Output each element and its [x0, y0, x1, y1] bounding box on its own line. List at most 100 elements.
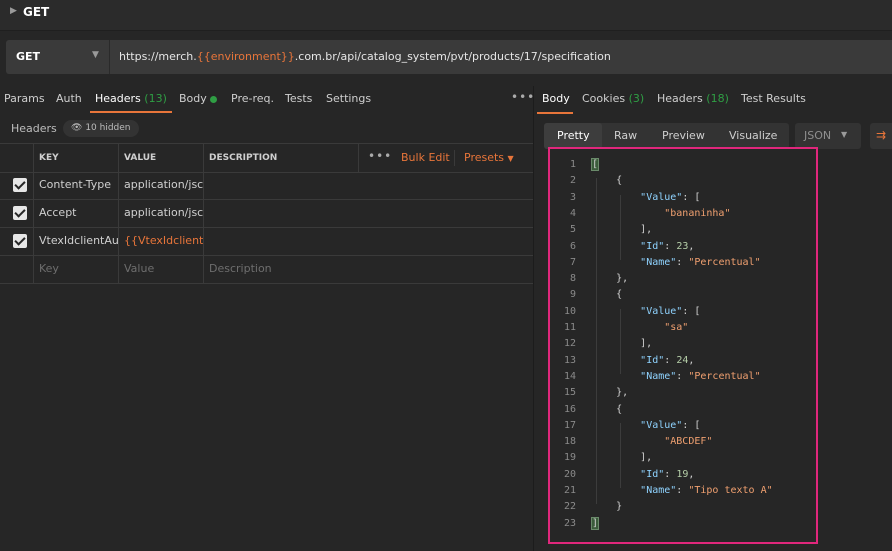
code-line: 20 "Id": 19, [550, 469, 810, 485]
method-select[interactable]: GET ▼ [6, 40, 110, 74]
tab-auth[interactable]: Auth [56, 92, 82, 105]
code-text: "Id": 24, [640, 354, 695, 366]
column-value: VALUE [124, 153, 157, 163]
code-line: 5 ], [550, 224, 810, 240]
view-tab-pretty[interactable]: Pretty [557, 129, 590, 142]
value-input[interactable]: Value [118, 255, 204, 283]
line-number: 4 [569, 207, 576, 219]
value-cell[interactable]: application/jsc [118, 199, 204, 227]
code-text: "Id": 19, [640, 468, 695, 480]
wrap-lines-button[interactable]: ⇉ [870, 123, 892, 149]
eye-icon: 👁 [71, 123, 83, 133]
url-text: https://merch.{{environment}}.com.br/api… [119, 50, 611, 63]
tab-params[interactable]: Params [4, 92, 45, 105]
code-line: 13 "Id": 24, [550, 355, 810, 371]
response-body-viewer[interactable]: 1[2 {3 "Value": [4 "bananinha" 5 ], 6 "Id"… [548, 147, 818, 544]
view-tab-visualize[interactable]: Visualize [729, 129, 777, 142]
request-tabs: Params Auth Headers (13) Body Pre-req. T… [0, 86, 535, 112]
line-number: 2 [569, 175, 576, 187]
line-number: 12 [563, 338, 576, 350]
code-line: 12 ], [550, 338, 810, 354]
code-text: "bananinha" [664, 207, 731, 219]
code-line: 3 "Value": [ [550, 192, 810, 208]
row-checkbox[interactable] [13, 178, 27, 192]
code-line: 1[ [550, 158, 810, 175]
code-line: 23] [550, 516, 810, 534]
active-tab-indicator [90, 111, 172, 113]
line-number: 10 [563, 305, 576, 317]
more-options-icon[interactable]: ••• [511, 90, 535, 104]
response-tab-test-results[interactable]: Test Results [741, 92, 806, 105]
view-tab-preview[interactable]: Preview [662, 129, 705, 142]
code-text: "sa" [664, 322, 689, 333]
request-title-bar: ▶ GET [0, 0, 892, 31]
table-more-icon[interactable]: ••• [368, 149, 392, 163]
code-text: ], [592, 452, 653, 464]
line-number: 23 [563, 517, 576, 529]
tab-tests[interactable]: Tests [285, 92, 312, 105]
wrap-lines-icon: ⇉ [876, 128, 887, 142]
code-text: "Name": "Percentual" [640, 256, 761, 268]
line-number: 17 [563, 419, 576, 431]
code-text: }, [592, 273, 629, 285]
line-number: 3 [569, 191, 576, 203]
key-cell[interactable]: VtexIdclientAu [33, 227, 119, 255]
indent-guide [620, 194, 621, 260]
table-row-new: Key Value Description [0, 255, 533, 284]
hidden-headers-toggle[interactable]: 👁 10 hidden [63, 120, 139, 137]
key-cell[interactable]: Content-Type [33, 171, 119, 199]
active-response-tab-indicator [537, 112, 573, 114]
code-text: ] [590, 516, 600, 530]
code-line: 6 "Id": 23, [550, 241, 810, 257]
tab-prereq[interactable]: Pre-req. [231, 92, 274, 105]
key-input[interactable]: Key [33, 255, 119, 283]
description-cell[interactable] [203, 171, 533, 199]
column-key: KEY [39, 153, 59, 163]
code-line: 22 } [550, 501, 810, 517]
code-line: 2 { [550, 175, 810, 191]
format-select[interactable]: JSON ▼ [795, 123, 861, 149]
value-cell[interactable]: application/jsc [118, 171, 204, 199]
line-number: 9 [569, 289, 576, 301]
tab-headers[interactable]: Headers (13) [95, 92, 167, 105]
panel-divider[interactable] [533, 86, 534, 551]
value-cell[interactable]: {{VtexIdclientA [118, 227, 204, 255]
bulk-edit-button[interactable]: Bulk Edit [401, 151, 450, 164]
key-cell[interactable]: Accept [33, 199, 119, 227]
description-input[interactable]: Description [203, 255, 533, 283]
chevron-down-icon: ▼ [841, 130, 848, 139]
row-checkbox[interactable] [13, 206, 27, 220]
line-number: 20 [563, 468, 576, 480]
code-text: "Value": [ [640, 419, 701, 431]
code-line: 19 ], [550, 452, 810, 468]
indent-guide [620, 422, 621, 488]
code-line: 18 "ABCDEF" [550, 436, 810, 452]
line-number: 5 [569, 224, 576, 236]
presets-button[interactable]: Presets ▼ [464, 151, 514, 164]
code-text: "ABCDEF" [664, 436, 713, 448]
description-cell[interactable] [203, 227, 533, 255]
request-title: GET [23, 5, 50, 19]
code-text: "Value": [ [640, 305, 701, 317]
line-number: 8 [569, 273, 576, 285]
code-line: 15 }, [550, 387, 810, 403]
line-number: 13 [563, 354, 576, 366]
line-number: 6 [569, 240, 576, 252]
response-tab-headers[interactable]: Headers (18) [657, 92, 729, 105]
caret-right-icon[interactable]: ▶ [10, 6, 17, 16]
line-number: 16 [563, 403, 576, 415]
code-line: 4 "bananinha" [550, 208, 810, 224]
view-tab-raw[interactable]: Raw [614, 129, 637, 142]
code-text: "Name": "Percentual" [640, 370, 761, 382]
url-input[interactable]: https://merch.{{environment}}.com.br/api… [110, 40, 892, 74]
description-cell[interactable] [203, 199, 533, 227]
chevron-down-icon: ▼ [92, 50, 99, 60]
indent-guide [620, 308, 621, 374]
response-tab-body[interactable]: Body [542, 92, 570, 105]
method-label: GET [16, 50, 41, 63]
response-tab-cookies[interactable]: Cookies (3) [582, 92, 644, 105]
table-row: Content-Type application/jsc [0, 171, 533, 200]
tab-body[interactable]: Body [179, 92, 217, 105]
row-checkbox[interactable] [13, 234, 27, 248]
tab-settings[interactable]: Settings [326, 92, 371, 105]
